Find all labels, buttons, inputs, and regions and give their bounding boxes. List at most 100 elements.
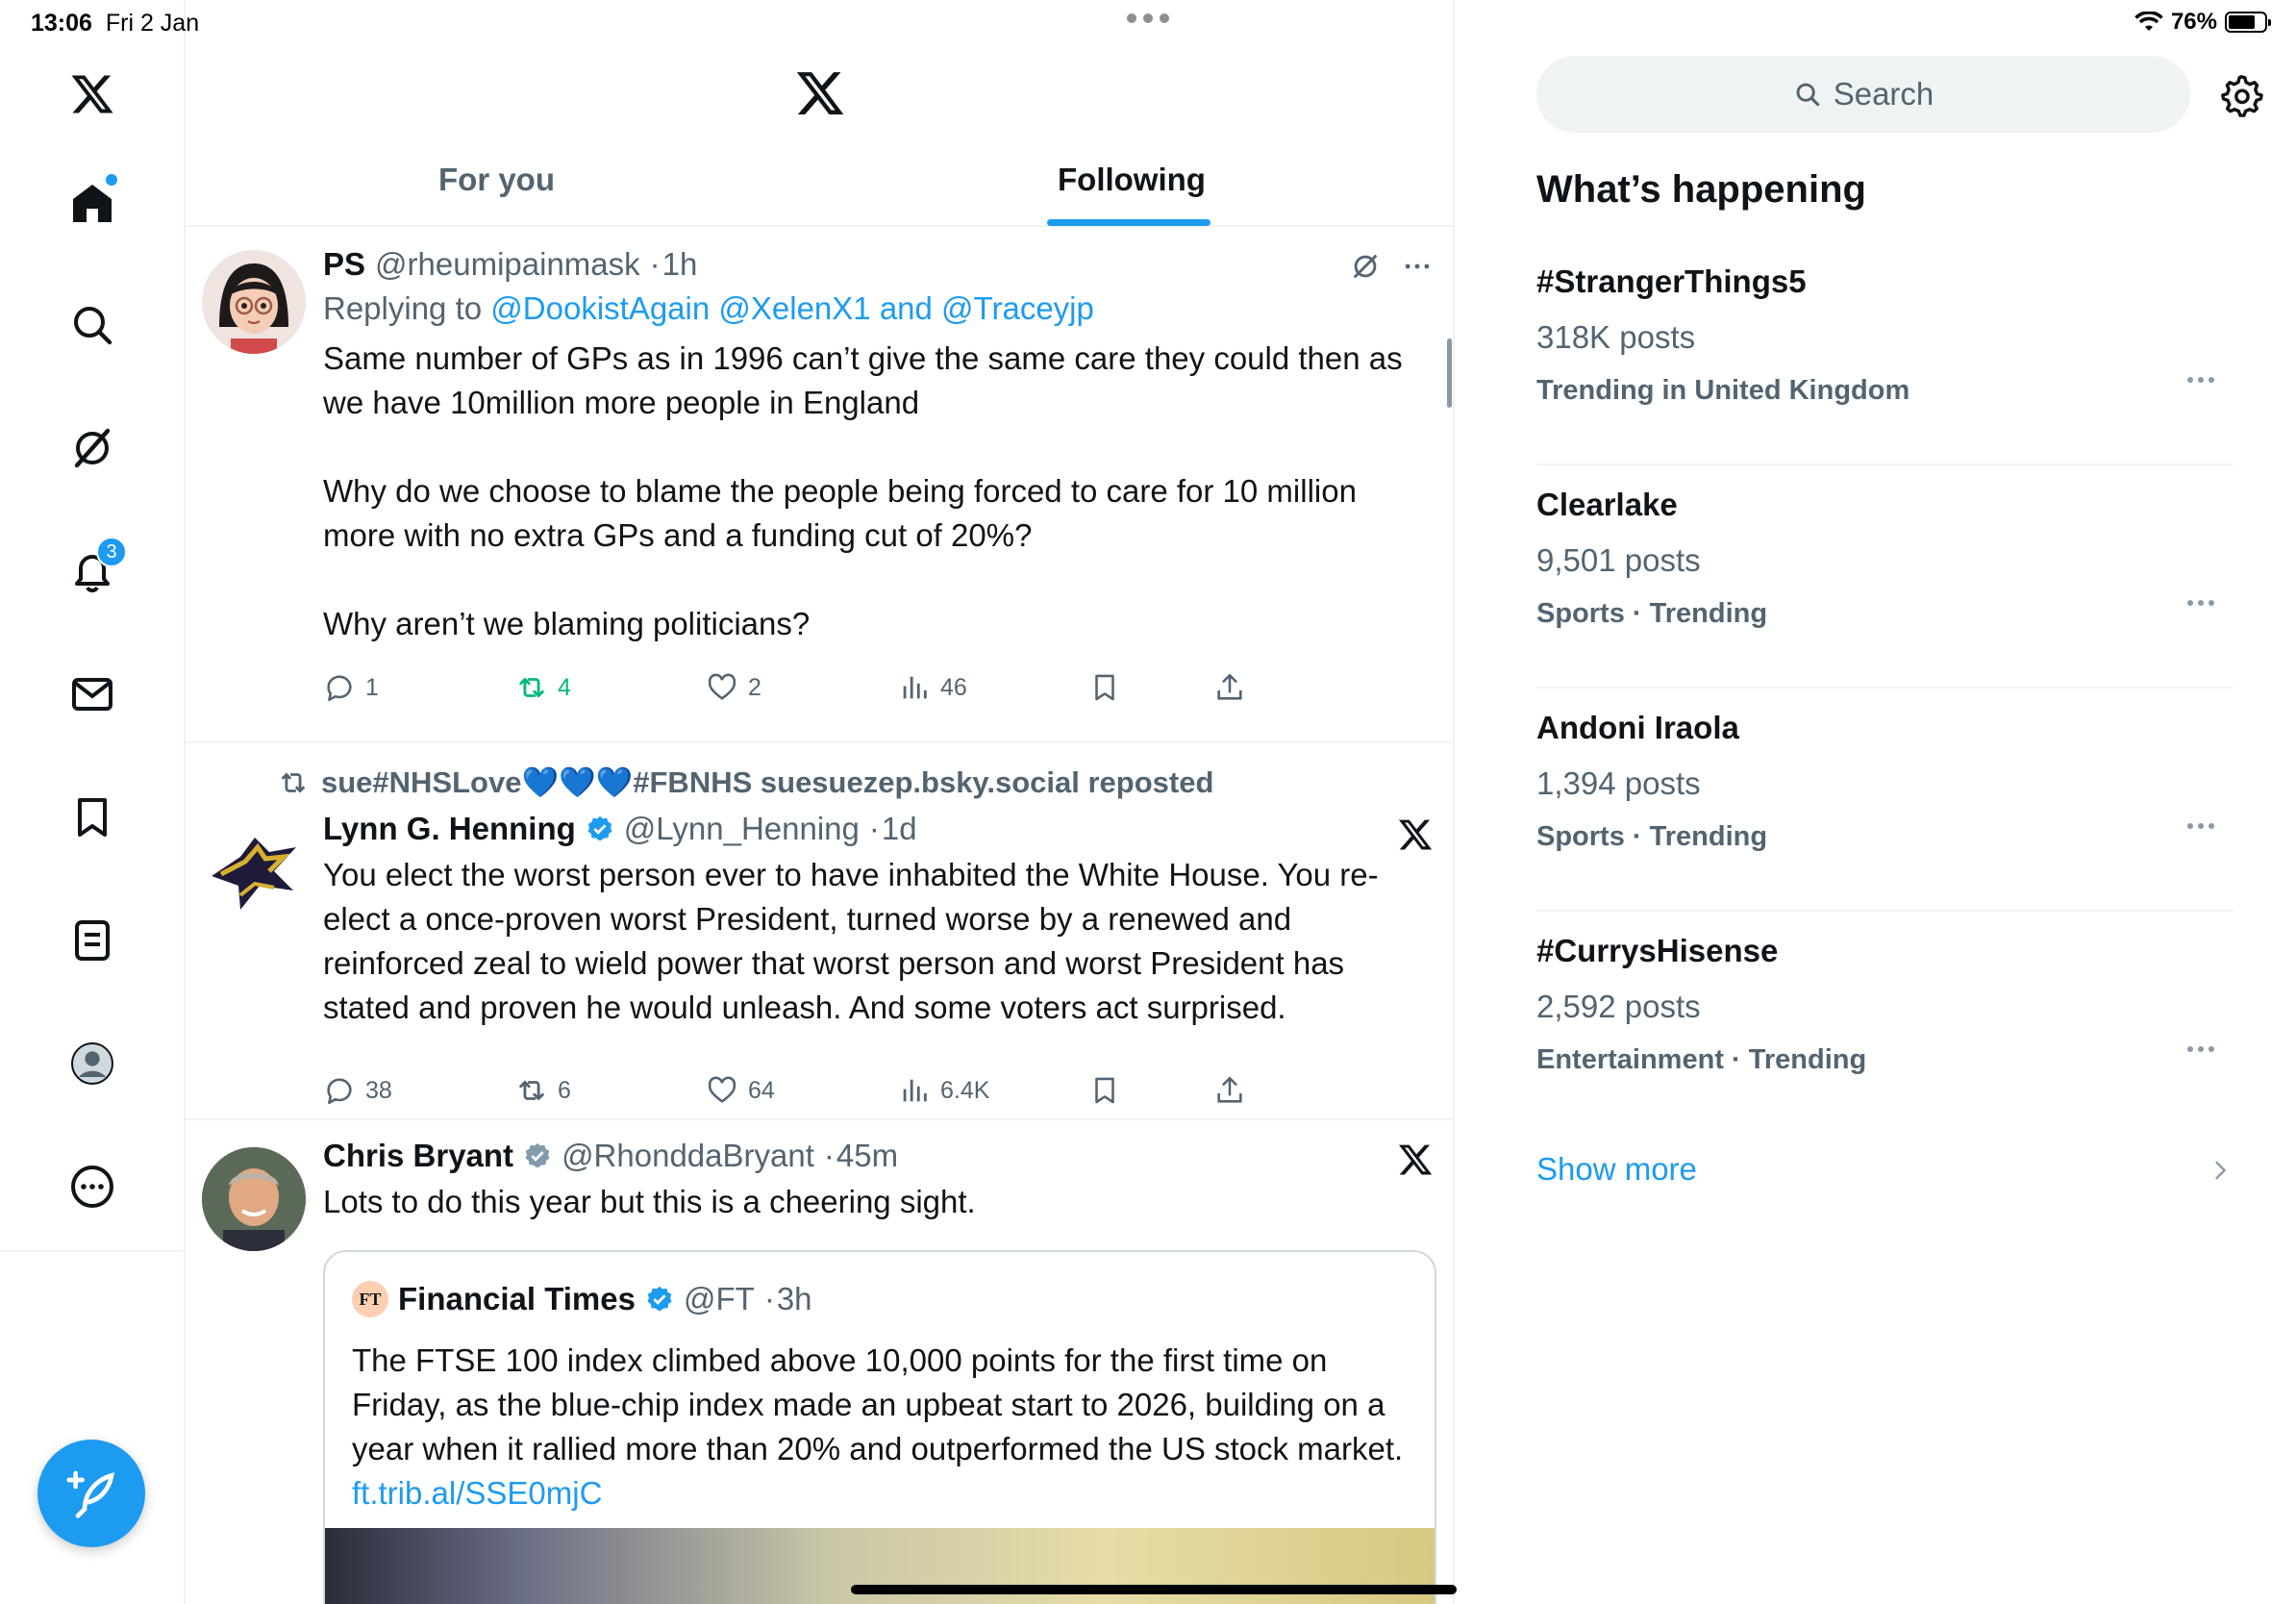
- tweet-text: Lots to do this year but this is a cheer…: [323, 1184, 976, 1219]
- trend-more-icon[interactable]: [2187, 823, 2214, 829]
- x-logo[interactable]: [60, 62, 125, 127]
- multitasking-dots[interactable]: [1127, 13, 1169, 23]
- reply-button[interactable]: 38: [323, 1074, 392, 1107]
- scrollbar-thumb[interactable]: [1447, 338, 1452, 408]
- trend-name: #StrangerThings5: [1536, 263, 1807, 299]
- quote-tweet[interactable]: FT Financial Times @FT · 3h The FTSE 100…: [323, 1250, 1436, 1604]
- status-time: 13:06 Fri 2 Jan: [31, 10, 200, 37]
- search-box[interactable]: Search: [1536, 56, 2190, 133]
- separator-dot: ·: [868, 811, 880, 846]
- views-button[interactable]: 46: [898, 671, 967, 704]
- x-logo-header[interactable]: [794, 67, 846, 119]
- grok-icon[interactable]: [60, 415, 125, 481]
- trend-name: #CurrysHisense: [1536, 933, 1779, 968]
- author-handle[interactable]: @rheumipainmask: [375, 246, 640, 283]
- trend-context: Entertainment · Trending: [1536, 1044, 1867, 1075]
- repost-button[interactable]: 6: [515, 1074, 571, 1107]
- tab-following[interactable]: Following: [1058, 162, 1206, 198]
- avatar-lynn-henning[interactable]: [202, 818, 306, 922]
- heart-icon: [708, 1076, 736, 1103]
- tweet-lynn-henning[interactable]: sue#NHSLove💙💙💙#FBNHS suesuezep.bsky.soci…: [186, 743, 1453, 1120]
- compose-button[interactable]: [37, 1440, 145, 1547]
- like-button[interactable]: 64: [706, 1074, 775, 1107]
- lists-icon[interactable]: [60, 908, 125, 973]
- bookmark-button[interactable]: [1088, 671, 1121, 704]
- trend-name: Clearlake: [1536, 487, 1678, 522]
- active-tab-indicator: [1047, 219, 1210, 226]
- replying-to-link[interactable]: @DookistAgain @XelenX1 and @Traceyjp: [490, 290, 1094, 326]
- reply-icon: [327, 675, 352, 702]
- author-handle[interactable]: @RhonddaBryant: [562, 1138, 814, 1174]
- separator-dot: ·: [763, 1281, 775, 1316]
- tweet-time[interactable]: 1h: [662, 246, 698, 283]
- trend-count: 1,394 posts: [1536, 765, 1701, 801]
- quote-author-name[interactable]: Financial Times: [398, 1281, 636, 1317]
- verified-badge-icon: [525, 1142, 550, 1168]
- trend-context: Sports · Trending: [1536, 821, 1768, 852]
- author-name[interactable]: Chris Bryant: [323, 1138, 513, 1174]
- show-more-link[interactable]: Show more: [1536, 1151, 1697, 1188]
- trend-more-icon[interactable]: [2187, 377, 2214, 383]
- compose-icon: [66, 1470, 114, 1518]
- status-right: 76%: [2134, 9, 2271, 36]
- notifications-icon[interactable]: 3: [60, 537, 127, 604]
- quote-author-handle[interactable]: @FT: [684, 1281, 755, 1317]
- home-new-dot: [106, 174, 117, 186]
- search-placeholder: Search: [1833, 76, 1934, 112]
- share-button[interactable]: [1213, 1074, 1246, 1107]
- trend-more-icon[interactable]: [2187, 1046, 2214, 1052]
- search-icon[interactable]: [60, 292, 125, 358]
- tweet-body: Chris Bryant @RhonddaBryant · 45m Lots t…: [323, 1138, 1429, 1224]
- more-icon[interactable]: [60, 1154, 125, 1219]
- trend-context: Sports · Trending: [1536, 598, 1768, 629]
- views-button[interactable]: 6.4K: [898, 1074, 989, 1107]
- separator-dot: ·: [823, 1138, 835, 1173]
- avatar-chris-bryant[interactable]: [202, 1147, 306, 1251]
- trend-count: 318K posts: [1536, 319, 1696, 355]
- trend-more-icon[interactable]: [2187, 600, 2214, 606]
- bookmarks-icon[interactable]: [60, 785, 125, 850]
- trend-count: 2,592 posts: [1536, 989, 1701, 1024]
- trend-item[interactable]: #StrangerThings5 318K posts Trending in …: [1536, 242, 2234, 465]
- tweet-time[interactable]: 1d: [882, 811, 917, 847]
- profile-avatar-icon[interactable]: [60, 1031, 125, 1096]
- tweet-header: PS @rheumipainmask · 1h: [323, 246, 1429, 283]
- views-icon: [903, 676, 927, 699]
- tweet-body: PS @rheumipainmask · 1h Replying to @Doo…: [323, 246, 1429, 646]
- home-indicator[interactable]: [851, 1585, 1457, 1594]
- right-sidebar: Search What’s happening #StrangerThings5…: [1457, 0, 2296, 1604]
- author-name[interactable]: PS: [323, 246, 365, 283]
- tweet-time[interactable]: 45m: [836, 1138, 898, 1174]
- ft-logo-avatar[interactable]: FT: [352, 1281, 388, 1317]
- chevron-right-icon[interactable]: [2207, 1157, 2234, 1184]
- repost-button[interactable]: 4: [515, 671, 571, 704]
- author-handle[interactable]: @Lynn_Henning: [624, 811, 860, 847]
- bookmark-icon: [1095, 1077, 1114, 1104]
- tweet-text: Same number of GPs as in 1996 can’t give…: [323, 340, 1403, 641]
- trend-item[interactable]: Andoni Iraola 1,394 posts Sports · Trend…: [1536, 689, 2234, 912]
- separator-dot: ·: [649, 246, 661, 282]
- share-button[interactable]: [1213, 671, 1246, 704]
- reply-button[interactable]: 1: [323, 671, 379, 704]
- left-nav-rail: 3: [0, 0, 186, 1604]
- home-icon[interactable]: [60, 170, 125, 236]
- trend-item[interactable]: #CurrysHisense 2,592 posts Entertainment…: [1536, 912, 2234, 1135]
- tab-for-you[interactable]: For you: [438, 162, 555, 198]
- tweet-ps[interactable]: PS @rheumipainmask · 1h Replying to @Doo…: [186, 229, 1453, 743]
- tweet-chris-bryant[interactable]: Chris Bryant @RhonddaBryant · 45m Lots t…: [186, 1120, 1453, 1604]
- trend-context: Trending in United Kingdom: [1536, 375, 1910, 406]
- like-button[interactable]: 2: [706, 671, 761, 704]
- bookmark-button[interactable]: [1088, 1074, 1121, 1107]
- trend-name: Andoni Iraola: [1536, 710, 1739, 745]
- messages-icon[interactable]: [60, 662, 125, 727]
- share-icon: [1217, 1076, 1242, 1103]
- timeline: For you Following PS @rheumipainmask · 1…: [186, 0, 1455, 1604]
- author-name[interactable]: Lynn G. Henning: [323, 811, 576, 847]
- avatar-ps[interactable]: [202, 250, 306, 354]
- gear-icon[interactable]: [2219, 73, 2263, 117]
- verified-badge-icon: [587, 815, 612, 841]
- repost-icon: [281, 771, 306, 793]
- quote-link[interactable]: ft.trib.al/SSE0mjC: [352, 1475, 602, 1511]
- notifications-badge: 3: [96, 537, 127, 567]
- trend-item[interactable]: Clearlake 9,501 posts Sports · Trending: [1536, 465, 2234, 689]
